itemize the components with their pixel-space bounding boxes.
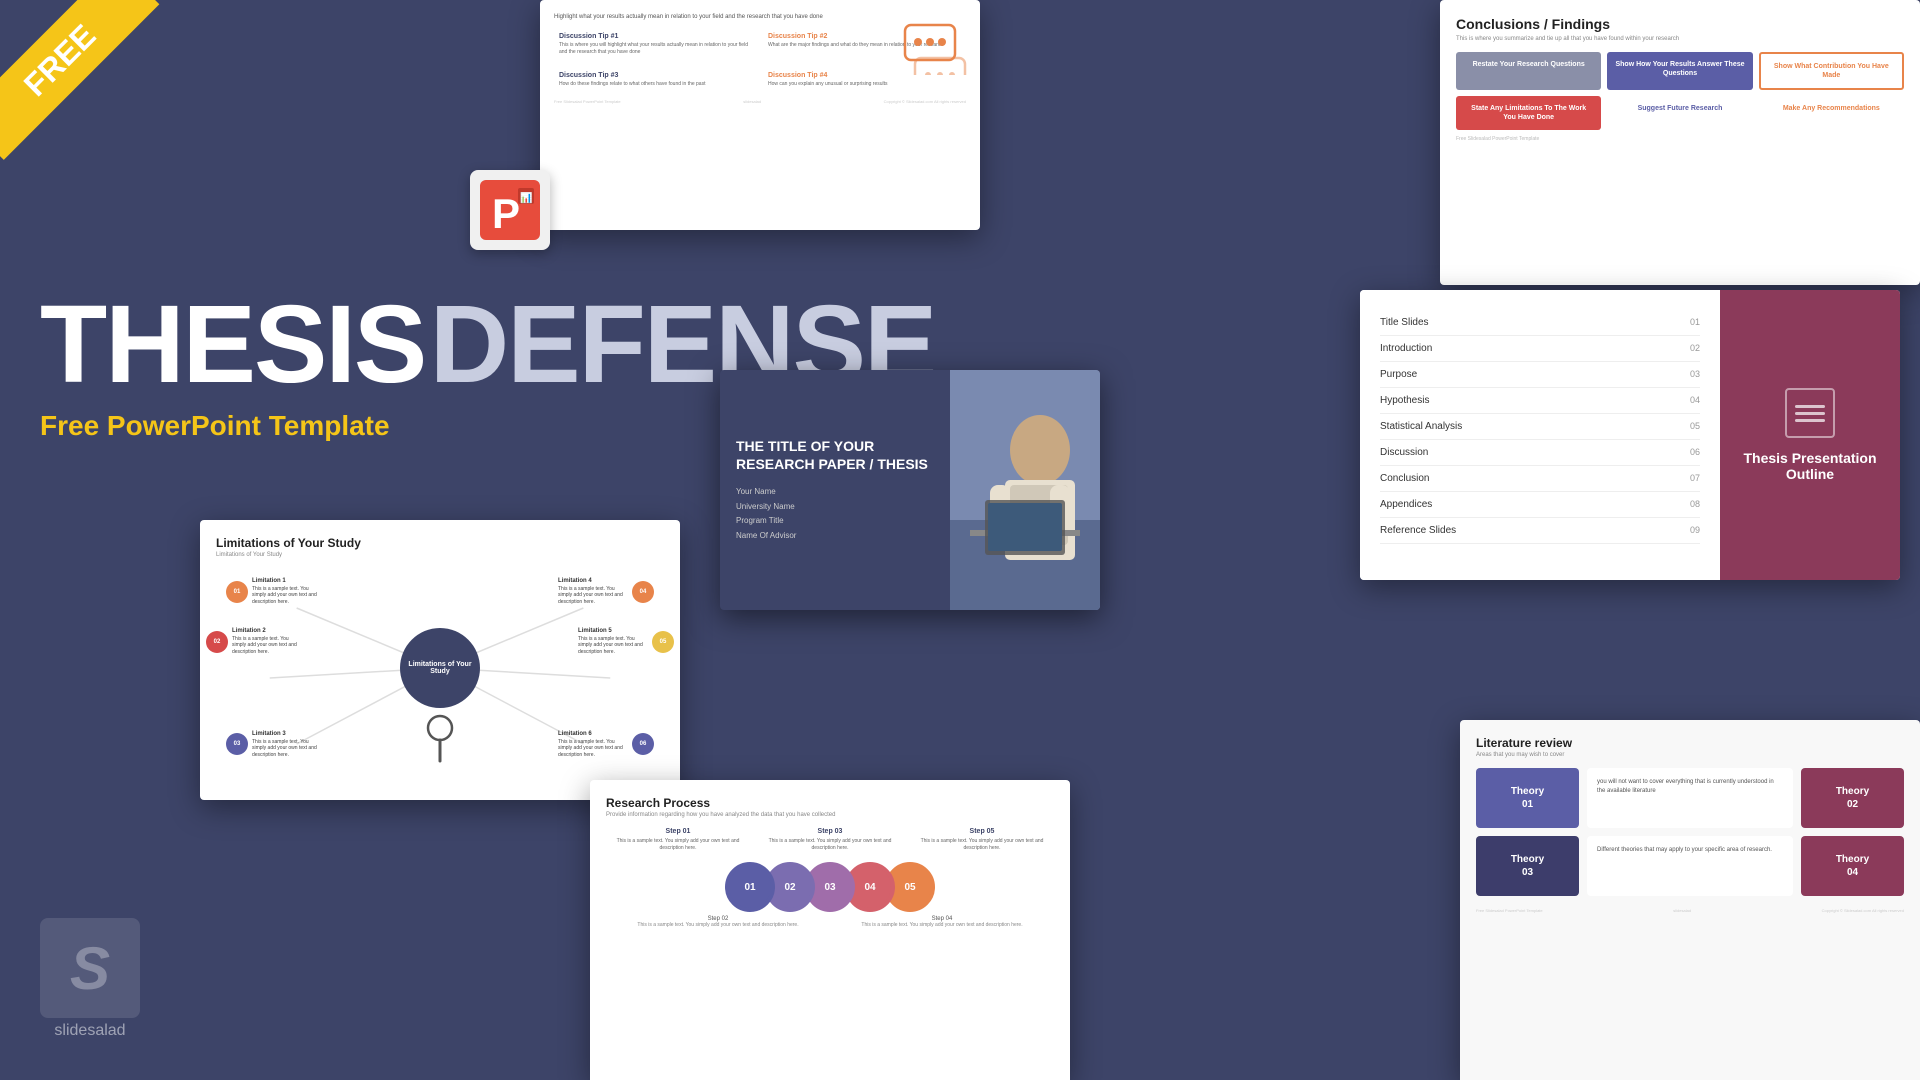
chat-icon	[900, 20, 970, 75]
theory-desc-03: Different theories that may apply to you…	[1587, 836, 1793, 896]
theory-box-04: Theory04	[1801, 836, 1904, 896]
theory-desc-01: you will not want to cover everything th…	[1587, 768, 1793, 828]
toc-item-9: Reference Slides 09	[1380, 518, 1700, 544]
limitations-title: Limitations of Your Study	[216, 536, 664, 550]
slide-research: Research Process Provide information reg…	[590, 780, 1070, 1080]
toc-right: Thesis Presentation Outline	[1720, 290, 1900, 580]
toc-item-4: Hypothesis 04	[1380, 388, 1700, 414]
slide-discussion: Highlight what your results actually mea…	[540, 0, 980, 230]
conc-box-1: Restate Your Research Questions	[1456, 52, 1601, 90]
toc-item-5: Statistical Analysis 05	[1380, 414, 1700, 440]
conclusions-subtitle: This is where you summarize and tie up a…	[1456, 36, 1904, 42]
step-label-2: Step 02 This is a sample text. You simpl…	[637, 916, 798, 928]
limitations-diagram: Limitations of Your Study 01 Limitation …	[216, 568, 664, 768]
slide-toc: Title Slides 01 Introduction 02 Purpose …	[1360, 290, 1900, 580]
limitation-node-4: 04 Limitation 4 This is a sample text. Y…	[558, 578, 654, 605]
toc-icon	[1785, 388, 1835, 438]
slide-title: THE TITLE OF YOUR RESEARCH PAPER / THESI…	[720, 370, 1100, 610]
discussion-tip-3: Discussion Tip #3 How do these findings …	[554, 67, 757, 93]
limitation-node-1: 01 Limitation 1 This is a sample text. Y…	[226, 578, 322, 605]
slide-limitations: Limitations of Your Study Limitations of…	[200, 520, 680, 800]
toc-item-3: Purpose 03	[1380, 362, 1700, 388]
conclusions-footer: Free Slidesalad PowerPoint Template	[1456, 136, 1904, 142]
theory-box-03: Theory03	[1476, 836, 1579, 896]
research-step-col-2: Step 03 This is a sample text. You simpl…	[758, 828, 902, 852]
toc-item-1: Title Slides 01	[1380, 310, 1700, 336]
research-step-col-3: Step 05 This is a sample text. You simpl…	[910, 828, 1054, 852]
conc-box-2: Show How Your Results Answer These Quest…	[1607, 52, 1752, 90]
literature-title: Literature review	[1476, 736, 1904, 750]
step-labels-row: Step 02 This is a sample text. You simpl…	[606, 916, 1054, 928]
theory-box-02: Theory02	[1801, 768, 1904, 828]
person-silhouette	[950, 370, 1100, 610]
res-circle-1: 01	[725, 862, 775, 912]
research-title: Research Process	[606, 796, 1054, 810]
limitation-node-3: 03 Limitation 3 This is a sample text. Y…	[226, 731, 322, 758]
discussion-footer: Free Slidesalad PowerPoint Template slid…	[554, 99, 966, 104]
research-steps: Step 01 This is a sample text. You simpl…	[606, 828, 1054, 852]
toc-right-title: Thesis Presentation Outline	[1740, 450, 1880, 482]
svg-text:📊: 📊	[520, 191, 532, 204]
limitation-node-6: 06 Limitation 6 This is a sample text. Y…	[558, 731, 654, 758]
discussion-tip-2: Discussion Tip #2 What are the major fin…	[763, 28, 966, 61]
toc-item-8: Appendices 08	[1380, 492, 1700, 518]
conclusions-title: Conclusions / Findings	[1456, 16, 1904, 32]
conc-box-3: Show What Contribution You Have Made	[1759, 52, 1904, 90]
free-banner: FREE	[0, 0, 180, 180]
literature-subtitle: Areas that you may wish to cover	[1476, 752, 1904, 758]
limitations-subtitle: Limitations of Your Study	[216, 552, 664, 558]
toc-item-2: Introduction 02	[1380, 336, 1700, 362]
conclusions-grid: Restate Your Research Questions Show How…	[1456, 52, 1904, 90]
theory-box-01: Theory01	[1476, 768, 1579, 828]
slide-title-left: THE TITLE OF YOUR RESEARCH PAPER / THESI…	[720, 370, 950, 610]
slidesalad-brand: S slidesalad	[40, 918, 140, 1040]
limitation-node-2: 02 Limitation 2 This is a sample text. Y…	[206, 628, 302, 655]
slide-conclusions: Conclusions / Findings This is where you…	[1440, 0, 1920, 285]
research-circles: 01 02 03 04 05	[606, 862, 1054, 912]
conclusions-grid-2: State Any Limitations To The Work You Ha…	[1456, 96, 1904, 130]
step-label-4: Step 04 This is a sample text. You simpl…	[861, 916, 1022, 928]
slide-literature: Literature review Areas that you may wis…	[1460, 720, 1920, 1080]
theory-grid-top: Theory01 you will not want to cover ever…	[1476, 768, 1904, 828]
slide-title-photo	[950, 370, 1100, 610]
paper-heading: THE TITLE OF YOUR RESEARCH PAPER / THESI…	[736, 437, 934, 473]
powerpoint-icon: P 📊	[470, 170, 550, 250]
free-label: FREE	[0, 0, 159, 160]
conc-box-6: Make Any Recommendations	[1759, 96, 1904, 130]
toc-item-6: Discussion 06	[1380, 440, 1700, 466]
toc-left: Title Slides 01 Introduction 02 Purpose …	[1360, 290, 1720, 580]
slidesalad-logo: S	[40, 918, 140, 1018]
research-subtitle: Provide information regarding how you ha…	[606, 812, 1054, 818]
slidesalad-text: slidesalad	[40, 1022, 140, 1040]
limitation-node-5: 05 Limitation 5 This is a sample text. Y…	[578, 628, 674, 655]
paper-names: Your Name University Name Program Title …	[736, 485, 934, 543]
magnifying-glass-icon	[425, 713, 455, 763]
theory-grid-bottom: Theory03 Different theories that may app…	[1476, 836, 1904, 896]
svg-text:P: P	[492, 190, 520, 237]
conc-box-5: Suggest Future Research	[1607, 96, 1752, 130]
research-step-col-1: Step 01 This is a sample text. You simpl…	[606, 828, 750, 852]
literature-footer: Free Slidesalad PowerPoint Template slid…	[1476, 908, 1904, 913]
limitations-hub: Limitations of Your Study	[400, 628, 480, 708]
toc-item-7: Conclusion 07	[1380, 466, 1700, 492]
conc-box-4: State Any Limitations To The Work You Ha…	[1456, 96, 1601, 130]
discussion-grid: Discussion Tip #1 This is where you will…	[554, 28, 966, 93]
discussion-tip-1: Discussion Tip #1 This is where you will…	[554, 28, 757, 61]
